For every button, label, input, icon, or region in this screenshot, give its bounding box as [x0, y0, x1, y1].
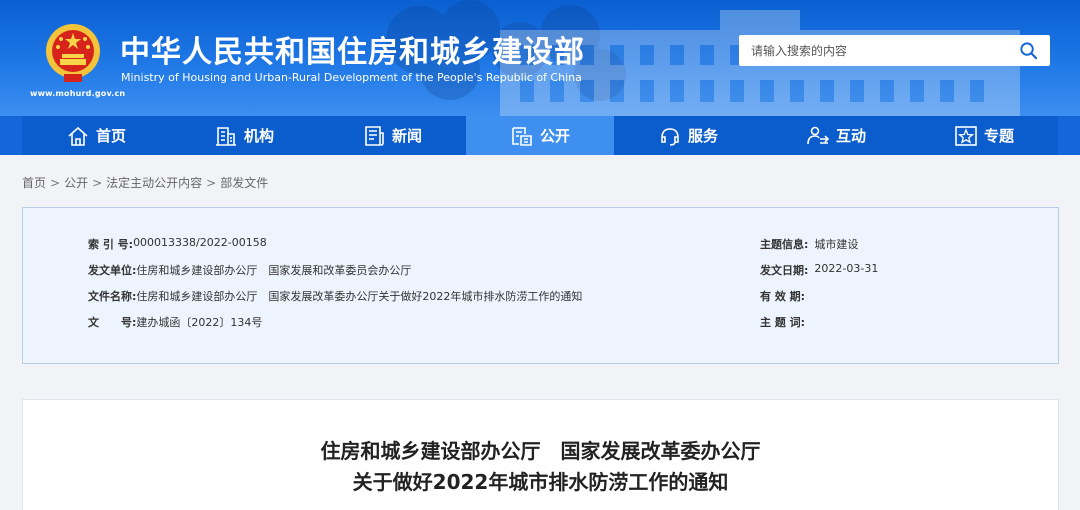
filename-label: 文件名称: [88, 290, 137, 303]
service-icon [661, 127, 679, 146]
date-value: 2022-03-31 [814, 262, 879, 275]
info-row-docno: 文 号: 建办城函〔2022〕134号 [88, 314, 262, 330]
nav-item-organization[interactable]: 机构 [170, 116, 318, 155]
search-icon[interactable] [1019, 41, 1038, 60]
nav-item-label: 专题 [983, 127, 1014, 145]
nav-item-label: 互动 [835, 127, 866, 145]
site-url: www.mohurd.gov.cn [30, 89, 126, 98]
article-title-line-1: 住房和城乡建设部办公厅 国家发展改革委办公厅 [320, 439, 761, 463]
nav-item-label: 公开 [539, 127, 570, 145]
nav-item-label: 首页 [95, 127, 126, 145]
nav-item-label: 机构 [243, 127, 274, 145]
docno-label: 文 号: [88, 316, 137, 329]
breadcrumb-item-home[interactable]: 首页 [22, 176, 46, 190]
breadcrumb-item-statutory[interactable]: 法定主动公开内容 [106, 176, 202, 190]
site-title[interactable]: 中华人民共和国住房和城乡建设部 [120, 27, 585, 71]
info-row-validity: 有 效 期: [760, 288, 805, 304]
nav-item-news[interactable]: 新闻 [318, 116, 466, 155]
validity-label: 有 效 期: [760, 290, 806, 303]
nav-item-home[interactable]: 首页 [22, 116, 170, 155]
main-nav: 首页 机构 新闻 公开 服务 互动 专题 [22, 116, 1058, 155]
breadcrumb-separator: > [92, 176, 103, 190]
article-panel: 住房和城乡建设部办公厅 国家发展改革委办公厅 关于做好2022年城市排水防涝工作… [22, 399, 1059, 510]
main-nav-bar: 首页 机构 新闻 公开 服务 互动 专题 [0, 116, 1080, 155]
nav-item-disclosure[interactable]: 公开 [466, 116, 614, 155]
index-value: 000013338/2022-00158 [133, 236, 267, 249]
category-value: 城市建设 [814, 238, 859, 251]
document-info-box: 索 引 号: 000013338/2022-00158 主题信息: 城市建设 发… [22, 207, 1059, 364]
article-title-line-2: 关于做好2022年城市排水防涝工作的通知 [352, 470, 729, 494]
nav-item-label: 新闻 [391, 127, 422, 145]
issuer-label: 发文单位: [88, 264, 137, 277]
breadcrumb: 首页 > 公开 > 法定主动公开内容 > 部发文件 [22, 174, 268, 191]
date-label: 发文日期: [760, 264, 809, 277]
issuer-value: 住房和城乡建设部办公厅 国家发展和改革委员会办公厅 [136, 264, 412, 277]
building-icon [215, 126, 236, 146]
disclosure-icon [512, 126, 532, 146]
header-banner: www.mohurd.gov.cn 中华人民共和国住房和城乡建设部 Minist… [0, 0, 1080, 116]
search-box [739, 35, 1050, 66]
info-row-filename: 文件名称: 住房和城乡建设部办公厅 国家发展改革委办公厅关于做好2022年城市排… [88, 288, 582, 304]
info-row-index: 索 引 号: 000013338/2022-00158 [88, 236, 267, 252]
nav-item-interaction[interactable]: 互动 [762, 116, 910, 155]
keywords-label: 主 题 词: [760, 316, 806, 329]
topic-icon [955, 125, 977, 146]
site-subtitle: Ministry of Housing and Urban-Rural Deve… [121, 71, 582, 84]
home-icon [68, 126, 88, 146]
breadcrumb-item-disclosure[interactable]: 公开 [64, 176, 88, 190]
breadcrumb-separator: > [206, 176, 217, 190]
info-row-category: 主题信息: 城市建设 [760, 236, 858, 252]
category-label: 主题信息: [760, 238, 809, 251]
index-label: 索 引 号: [88, 238, 134, 251]
nav-item-label: 服务 [687, 127, 718, 145]
search-input[interactable] [739, 35, 1009, 66]
filename-value: 住房和城乡建设部办公厅 国家发展改革委办公厅关于做好2022年城市排水防涝工作的… [136, 290, 583, 303]
news-icon [365, 125, 384, 146]
breadcrumb-separator: > [50, 176, 61, 190]
info-row-issuer: 发文单位: 住房和城乡建设部办公厅 国家发展和改革委员会办公厅 [88, 262, 411, 278]
breadcrumb-item-documents[interactable]: 部发文件 [220, 176, 268, 190]
nav-item-service[interactable]: 服务 [614, 116, 762, 155]
national-emblem-icon [46, 24, 100, 82]
docno-value: 建办城函〔2022〕134号 [136, 316, 263, 329]
interaction-icon [807, 126, 830, 144]
info-row-keywords: 主 题 词: [760, 314, 805, 330]
nav-item-topic[interactable]: 专题 [910, 116, 1058, 155]
info-row-date: 发文日期: 2022-03-31 [760, 262, 878, 278]
